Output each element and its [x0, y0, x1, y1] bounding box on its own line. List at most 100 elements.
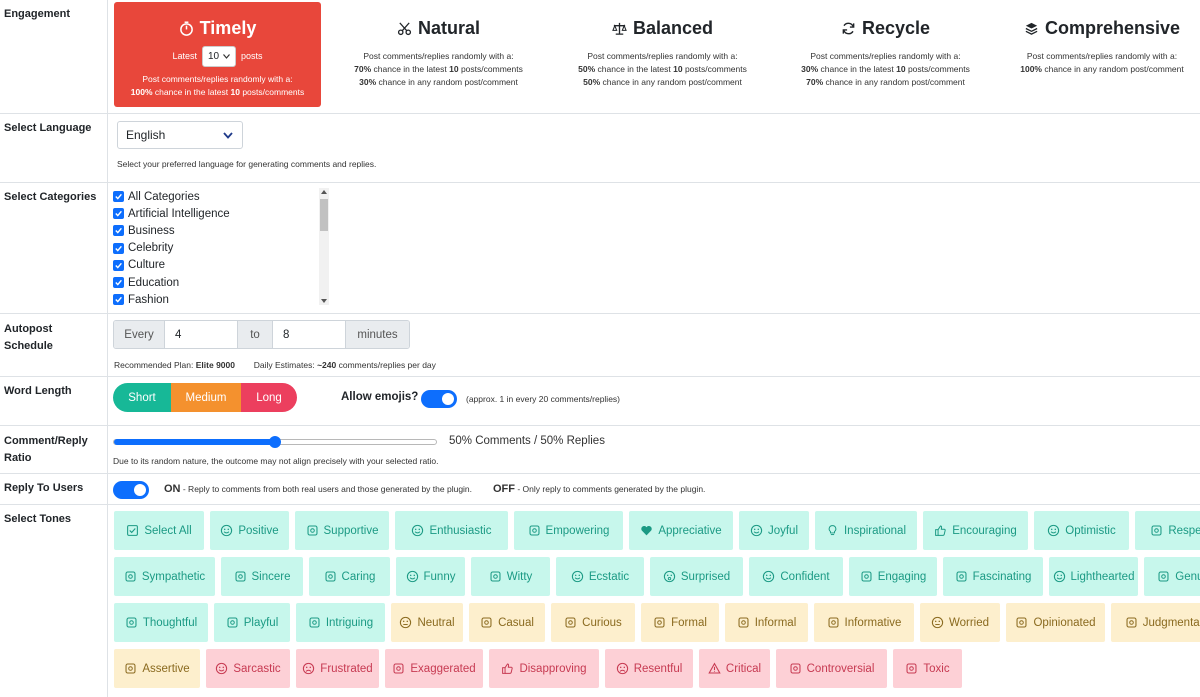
tone-casual-button[interactable]: Casual — [469, 603, 545, 642]
tone-label: Toxic — [923, 662, 950, 675]
ratio-slider-handle[interactable] — [269, 436, 281, 448]
medium-button[interactable]: Medium — [171, 383, 241, 412]
tone-sincere-button[interactable]: Sincere — [221, 557, 303, 596]
checkbox-checked-icon[interactable] — [113, 191, 124, 203]
engagement-recycle-card[interactable]: Recycle Post comments/replies randomly w… — [782, 2, 989, 107]
category-item[interactable]: Education — [113, 274, 329, 291]
tone-select-all-button[interactable]: Select All — [114, 511, 204, 550]
tone-engaging-button[interactable]: Engaging — [849, 557, 937, 596]
engagement-recycle-desc: Post comments/replies randomly with a: 3… — [801, 51, 970, 87]
tone-neutral-button[interactable]: Neutral — [391, 603, 463, 642]
checkbox-checked-icon[interactable] — [113, 259, 124, 271]
tone-informative-button[interactable]: Informative — [814, 603, 914, 642]
checkbox-checked-icon[interactable] — [113, 277, 124, 289]
tone-witty-button[interactable]: Witty — [471, 557, 550, 596]
category-item[interactable]: Fashion — [113, 291, 329, 308]
tone-fascinating-button[interactable]: Fascinating — [943, 557, 1043, 596]
category-item[interactable]: Business — [113, 222, 329, 239]
tone-toxic-button[interactable]: Toxic — [893, 649, 962, 688]
checkbox-checked-icon[interactable] — [113, 208, 124, 220]
tone-critical-button[interactable]: Critical — [699, 649, 770, 688]
language-select[interactable]: English — [117, 121, 243, 149]
meh-icon — [400, 616, 412, 629]
tone-sympathetic-button[interactable]: Sympathetic — [114, 557, 215, 596]
tone-genuine-button[interactable]: Genuine — [1144, 557, 1200, 596]
checkbox-checked-icon[interactable] — [113, 242, 124, 254]
tone-playful-button[interactable]: Playful — [214, 603, 290, 642]
checkbox-checked-icon[interactable] — [113, 294, 124, 306]
tone-ecstatic-button[interactable]: Ecstatic — [556, 557, 644, 596]
category-label: Culture — [128, 259, 166, 272]
tone-label: Appreciative — [658, 524, 722, 537]
engagement-natural-card[interactable]: Natural Post comments/replies randomly w… — [335, 2, 542, 107]
tone-empowering-button[interactable]: Empowering — [514, 511, 623, 550]
categories-scrollbar[interactable] — [319, 188, 329, 305]
tone-respectful-button[interactable]: Respectful — [1135, 511, 1200, 550]
layers-icon — [1025, 22, 1038, 35]
word-length-group: Short Medium Long — [113, 383, 297, 412]
category-item[interactable]: Culture — [113, 257, 329, 274]
tone-positive-button[interactable]: Positive — [210, 511, 289, 550]
tone-encouraging-button[interactable]: Encouraging — [923, 511, 1028, 550]
tone-opinionated-button[interactable]: Opinionated — [1006, 603, 1105, 642]
tone-funny-button[interactable]: Funny — [396, 557, 465, 596]
tone-informal-button[interactable]: Informal — [725, 603, 808, 642]
engagement-comprehensive-desc: Post comments/replies randomly with a: 1… — [1020, 51, 1184, 74]
tone-appreciative-button[interactable]: Appreciative — [629, 511, 733, 550]
engagement-recycle-title: Recycle — [861, 17, 931, 38]
reply-users-toggle[interactable] — [113, 481, 149, 499]
tone-optimistic-button[interactable]: Optimistic — [1034, 511, 1129, 550]
category-item[interactable]: Celebrity — [113, 240, 329, 257]
hand-icon — [125, 663, 136, 674]
engagement-comprehensive-card[interactable]: Comprehensive Post comments/replies rand… — [1005, 2, 1199, 107]
cocktail-icon — [481, 617, 492, 628]
tone-thoughtful-button[interactable]: Thoughtful — [114, 603, 208, 642]
engagement-natural-title: Natural — [417, 17, 480, 38]
tone-sarcastic-button[interactable]: Sarcastic — [206, 649, 290, 688]
scroll-thumb[interactable] — [320, 199, 328, 231]
person-icon — [235, 571, 245, 582]
max-interval-input[interactable]: 8 — [272, 321, 346, 348]
engagement-balanced-card[interactable]: Balanced Post comments/replies randomly … — [559, 2, 766, 107]
tone-label: Neutral — [417, 616, 455, 629]
category-item[interactable]: All Categories — [113, 188, 329, 205]
tone-label: Lighthearted — [1070, 570, 1135, 583]
tone-enthusiastic-button[interactable]: Enthusiastic — [395, 511, 508, 550]
long-button[interactable]: Long — [241, 383, 297, 412]
tone-assertive-button[interactable]: Assertive — [114, 649, 200, 688]
tone-label: Enthusiastic — [429, 524, 492, 537]
tone-worried-button[interactable]: Worried — [920, 603, 1000, 642]
tone-curious-button[interactable]: Curious — [551, 603, 635, 642]
check-square-icon — [127, 525, 139, 536]
category-item[interactable]: Artificial Intelligence — [113, 205, 329, 222]
engagement-timely-card[interactable]: Timely Latest 10 posts Post comments/rep… — [114, 2, 321, 107]
categories-list[interactable]: All Categories Artificial Intelligence Bus… — [113, 188, 329, 309]
angry-icon — [616, 662, 628, 675]
tone-intriguing-button[interactable]: Intriguing — [296, 603, 385, 642]
tone-supportive-button[interactable]: Supportive — [295, 511, 389, 550]
tone-exaggerated-button[interactable]: Exaggerated — [385, 649, 483, 688]
language-help: Select your preferred language for gener… — [117, 159, 377, 169]
emoji-toggle[interactable] — [421, 390, 457, 408]
tone-lighthearted-button[interactable]: Lighthearted — [1049, 557, 1138, 596]
short-button[interactable]: Short — [113, 383, 171, 412]
tone-disapproving-button[interactable]: Disapproving — [489, 649, 599, 688]
tone-formal-button[interactable]: Formal — [641, 603, 719, 642]
tone-surprised-button[interactable]: Surprised — [650, 557, 743, 596]
tone-frustrated-button[interactable]: Frustrated — [296, 649, 379, 688]
tone-label: Critical — [725, 662, 762, 675]
tone-controversial-button[interactable]: Controversial — [776, 649, 887, 688]
scroll-down-arrow-icon[interactable] — [321, 299, 327, 303]
hands-helping-icon — [125, 571, 136, 582]
tone-joyful-button[interactable]: Joyful — [739, 511, 809, 550]
tone-inspirational-button[interactable]: Inspirational — [815, 511, 917, 550]
scroll-up-arrow-icon[interactable] — [321, 190, 327, 194]
latest-count-select[interactable]: 10 — [202, 45, 236, 67]
tone-judgmental-button[interactable]: Judgmental — [1111, 603, 1200, 642]
tone-confident-button[interactable]: Confident — [749, 557, 843, 596]
min-interval-input[interactable]: 4 — [164, 321, 238, 348]
tone-resentful-button[interactable]: Resentful — [605, 649, 693, 688]
checkbox-checked-icon[interactable] — [113, 225, 124, 237]
tone-caring-button[interactable]: Caring — [309, 557, 390, 596]
ratio-slider[interactable] — [113, 436, 437, 448]
